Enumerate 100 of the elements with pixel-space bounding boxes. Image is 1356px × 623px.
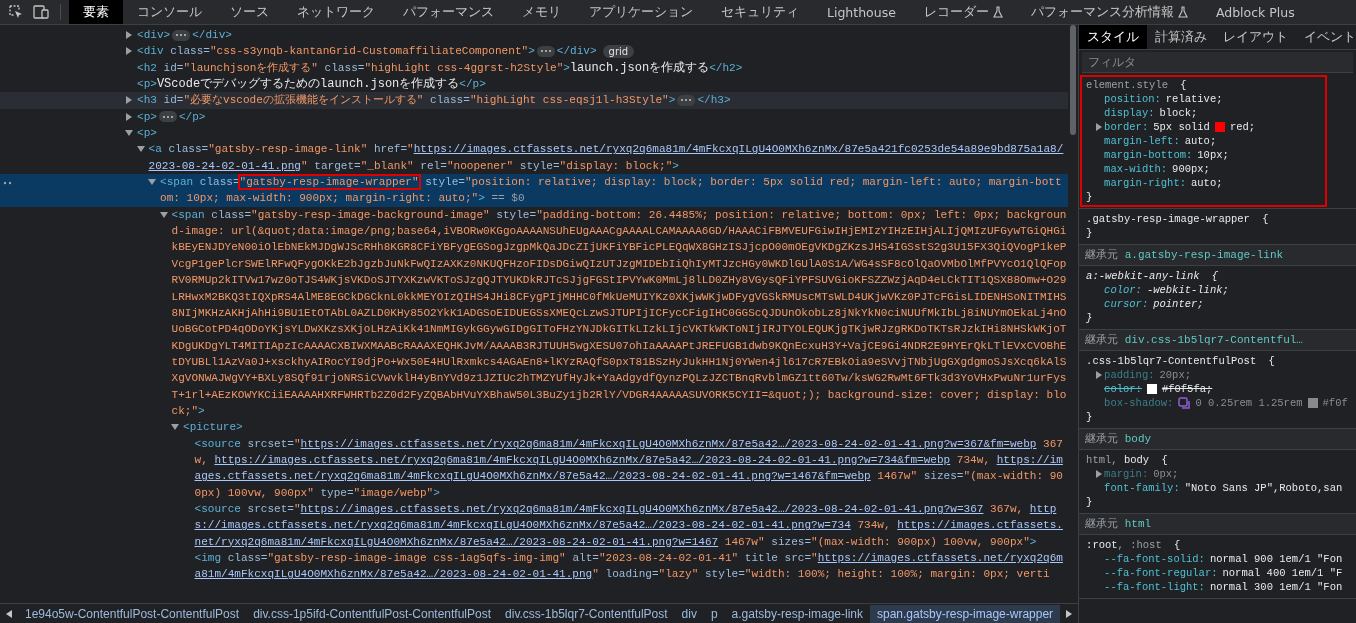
breadcrumb-item[interactable]: div xyxy=(674,604,704,623)
collapsed-content-button[interactable] xyxy=(158,111,177,123)
property-value[interactable]: normal 900 1em/1 "Fon xyxy=(1209,552,1343,566)
dom-node-row[interactable]: <h2 id="launchjsonを作成する" class="highLight css-4ggrst-h2Style">launch.jsonを作成する</h2> xyxy=(0,59,1069,77)
dom-node-row[interactable]: <picture> xyxy=(0,419,1069,436)
panel-tab[interactable]: 要素 xyxy=(69,0,123,24)
panel-tab[interactable]: ネットワーク xyxy=(283,0,389,24)
property-value[interactable]: 5px solid xyxy=(1153,120,1210,134)
selector: html, xyxy=(1086,454,1119,466)
expand-arrow-icon[interactable] xyxy=(125,129,133,138)
panel-tab[interactable]: レコーダー xyxy=(909,0,1017,24)
selector: element.style xyxy=(1086,79,1168,91)
breadcrumb-item[interactable]: p xyxy=(703,604,725,623)
property-value[interactable]: -webkit-link; xyxy=(1146,283,1229,297)
inherited-label: 継承元 xyxy=(1085,517,1119,530)
panel-tab[interactable]: コンソール xyxy=(123,0,216,24)
color-swatch[interactable] xyxy=(1214,122,1225,132)
breadcrumb-item[interactable]: span.gatsby-resp-image-wrapper xyxy=(870,604,1061,623)
brace: } xyxy=(1086,190,1094,204)
property-name[interactable]: font-family: xyxy=(1104,481,1180,495)
property-value[interactable]: normal 400 1em/1 "F xyxy=(1222,566,1343,580)
sidebar-tab[interactable]: レイアウト xyxy=(1215,25,1297,49)
element-markup: </p> xyxy=(178,110,206,123)
panel-tab[interactable]: アプリケーション xyxy=(575,0,707,24)
expand-arrow-icon[interactable] xyxy=(125,31,133,39)
collapsed-content-button[interactable] xyxy=(172,29,191,41)
inherited-selector[interactable]: body xyxy=(1124,433,1152,445)
panel-tab[interactable]: ソース xyxy=(216,0,283,24)
panel-tab[interactable]: パフォーマンス分析情報 xyxy=(1016,0,1202,24)
color-swatch[interactable] xyxy=(1146,384,1157,394)
expand-arrow-icon[interactable] xyxy=(1096,123,1103,131)
property-value[interactable]: pointer; xyxy=(1153,297,1204,311)
scroll-left-icon[interactable] xyxy=(6,609,12,618)
property-name[interactable]: --fa-font-regular: xyxy=(1104,566,1218,580)
sidebar-tab[interactable]: スタイル xyxy=(1079,25,1148,49)
more-icon[interactable] xyxy=(3,181,13,186)
dom-node-row[interactable]: <h3 id="必要なvscodeの拡張機能をインストールする" class="highLight css-eqsj1l-h3Style"> </h3> xyxy=(0,92,1069,109)
property-value[interactable]: #f0f5fa; xyxy=(1161,382,1213,396)
property-name[interactable]: --fa-font-solid: xyxy=(1104,552,1205,566)
panel-tab[interactable]: メモリ xyxy=(508,0,575,24)
panel-tab[interactable]: パフォーマンス xyxy=(389,0,508,24)
dom-node-row[interactable]: <p> </p> xyxy=(0,108,1069,126)
property-name[interactable]: margin-bottom: xyxy=(1104,148,1193,162)
element-markup: <span class="gatsby-resp-image-background-image" style="padding-bottom: 26.4485%; position: relative; bottom: 0px; left: 0px; background-image: url(&quot;data:image/png;base64,iVBORw0KGgoAAAANSUhEUgAAACgAAAALCAMAAAA6GD/HAAACiFBMVEUFGiwIHjEMIzYIHzEIHjALIjQMIzUFGywTGiQHGikBEyENJDYeN00iOlEbNEkMJDgWJScRHh8KGR8CFiYBFygEGSogJzgpMkQaJDcZIjUKFiYBFicPLEQqWX8GHzISJjcpO00mOEgVKDgZKzsJHS4IGSstS2g3U15FX3QiQVogP1kePVcgP1gePlcrSWElRFwQFygOKkE2bJgzbJuNkFwQIzAXKz0NKUQFHzoFIDsDGiwQIzUTJzgMIDEbIiQhIyMTJzcHGy0WKDlGUlA0S1A/WG4sSF8cOlQaOVMbOlMfPVYcO1QlQFopRV0RMUp2kITVw17wz0oTJS4WKjsVKDoSJTYXKzwVKToSJzgQJTYUKDkRJTcSJjgFGStIPVYwK0MmLj8lLD0ZHy8VGysQFiYPFSUVGioKFSZZWzjAqD4eLCkTIT1QSX88Omw+O29LRHwxM2BKQ3tIQXpRS4AlME8EGCkDGCknL0kkMEYOIzQIHS4JHi8CFygPIjMHHC0fMkUeMUIYKz0XKjwWKjwDFygVGSkRMUscMTsWLD4UKjwVKz0PJTcFGisLIDENHSoNITMIHS8NIjMKHzAKHjAhHi9BU1EtOTAbL0AZLD0KHy85O2YkK1ADGSoEIDUEGSsXMEQcLzwSJTUPIjICFycCFigIHC0GGScQJDUnOkobLz8jNkYkN0ciNUUfMkIbLj8iNUYmOEkaLj4nOUoBGCotPD4qODoYKjsYLDwXKzsXKjoLHzAiKk41NmMIGykGGywGIDgGIToFHzYNJDkGITkLIzkLIjcVKTkWKToNIjIRJTYOLEQUKjgTKjwRJzgRKDoTKTsRJzkIHi8NHSkWKjoTKDgUKDgYLT4MITIApzIcAAAACXBIWXMAABcRAAAXEQHKJvM/AAAAB3RJTUUH5wgXESU07ohIaAAAAPtJREFUGB1dwb9KQnEcxuH3Y+VajCE9Gi4NDR2E9HYErQkLTlEVxCVOBhEtDYUBLl1AzVa0J+xsckhyAIRocYI9djPo+Wx50E4HUlRxmkcs4AGAEn8+lKYzRAQfS0pxT81BSzHyJukHH1Nj0YWen4jl617cR7EBkOia9eSVvjTNbjUgGXgdgmoSJsXcq6kAlSXgVONWAJWgVY+BXLy8SQf91rjoNRSiCVwvklH4yBnYVd9z1JZIUc2hTMZYUfHyJk+YaAdgydfQynzPQLzJZCTBnqRvblmGZ1tt60Tw/ksWG2RwMt6FTk3d3YoVHxPwuNr1urFysT+1rl+AEzKOWYKCiiEAAAAHXRFWHRTb2Z0d2FyZQBAbHVuYXBhaW50L3BuZy1jb2RlY/VDGR4AAAAASUVORK5CYII=&quot;); background-size: cover; display: block;"> xyxy=(171,207,1068,419)
breadcrumb-item[interactable]: a.gatsby-resp-image-link xyxy=(724,604,870,623)
expand-arrow-icon[interactable] xyxy=(125,112,133,121)
property-value[interactable]: relative; xyxy=(1165,92,1223,106)
element-markup: <div> xyxy=(137,29,171,41)
dom-node-row[interactable]: <div> </div> xyxy=(0,27,1069,44)
inherited-selector[interactable]: a.gatsby-resp-image-link xyxy=(1124,249,1284,261)
scrollbar-thumb[interactable] xyxy=(1070,25,1077,135)
dom-node-row[interactable]: <p> xyxy=(0,125,1069,142)
breadcrumb-item[interactable]: 1e94o5w-ContentfulPost-ContentfulPost xyxy=(18,604,247,623)
breadcrumb-item[interactable]: div.css-1b5lqr7-ContentfulPost xyxy=(498,604,675,623)
brace: { xyxy=(1174,539,1181,551)
property-name[interactable]: margin-left: xyxy=(1104,134,1180,148)
expand-arrow-icon[interactable] xyxy=(171,423,179,432)
property-value[interactable]: block; xyxy=(1159,106,1198,120)
expand-arrow-icon[interactable] xyxy=(125,47,133,56)
collapsed-content-button[interactable] xyxy=(536,45,555,57)
dom-node-row[interactable]: <span class="gatsby-resp-image-wrapper" style="position: relative; display: block; border: 5px solid red; margin-left: auto; margin-bottom: 10px; max-width: 900px; margin-right: auto;"> == $0 xyxy=(0,174,1069,207)
property-name[interactable]: margin-right: xyxy=(1104,176,1186,190)
breadcrumb-item[interactable]: div.css-1p5ifd-ContentfulPost-ContentfulPost xyxy=(246,604,499,623)
dom-node-row[interactable]: <div class="css-s3ynqb-kantanGrid-CustomaffiliateComponent"> </div> grid xyxy=(0,43,1069,60)
inspect-icon[interactable] xyxy=(8,4,24,20)
property-value[interactable]: auto; xyxy=(1184,134,1217,148)
grid-badge[interactable]: grid xyxy=(602,44,635,58)
sidebar-tab[interactable]: イベント xyxy=(1296,25,1356,49)
property-value[interactable]: "Noto Sans JP",Roboto,san xyxy=(1184,481,1343,495)
brace: } xyxy=(1086,311,1094,325)
property-name[interactable]: cursor: xyxy=(1104,297,1149,311)
device-toolbar-icon[interactable] xyxy=(32,4,50,20)
element-markup: <a class="gatsby-resp-image-link" href="https://images.ctfassets.net/ryxq2q6ma81m/4mFkcxqILgU4O0MXh6znMx/87e5a421fc0253de54a89e9bd875a1a8/2023-08-24-02-01-41.png" target="_blank" rel="noopener" style="display: block;"> xyxy=(148,142,1065,174)
collapsed-content-button[interactable] xyxy=(677,94,696,106)
expand-arrow-icon[interactable] xyxy=(136,145,145,154)
property-value[interactable]: red; xyxy=(1229,120,1256,134)
property-value[interactable]: 900px; xyxy=(1172,162,1210,176)
inherited-selector[interactable]: html xyxy=(1124,518,1152,530)
expand-arrow-icon[interactable] xyxy=(125,96,133,105)
property-value[interactable]: normal 300 1em/1 "Fon xyxy=(1209,580,1343,594)
property-name[interactable]: display: xyxy=(1104,106,1155,120)
element-markup: </div> xyxy=(192,29,232,41)
property-value[interactable]: auto; xyxy=(1191,176,1223,190)
property-name[interactable]: position: xyxy=(1104,92,1161,106)
property-name[interactable]: color: xyxy=(1104,283,1142,297)
sidebar-tab[interactable]: 計算済み xyxy=(1147,25,1216,49)
panel-tab[interactable]: セキュリティ xyxy=(707,0,813,24)
property-name[interactable]: max-width: xyxy=(1104,162,1168,176)
inherited-selector[interactable]: div.css-1b5lqr7-Contentful… xyxy=(1124,334,1303,346)
property-name[interactable]: border: xyxy=(1104,120,1149,134)
dom-node-row[interactable]: <p>VScodeでデバッグするためのlaunch.jsonを作成する</p> xyxy=(0,76,1069,93)
property-name[interactable]: color: xyxy=(1104,382,1142,396)
property-value[interactable]: 10px; xyxy=(1197,148,1229,162)
panel-tab[interactable]: Adblock Plus xyxy=(1201,0,1309,24)
expand-arrow-icon[interactable] xyxy=(148,178,156,187)
property-name[interactable]: --fa-font-light: xyxy=(1104,580,1205,594)
panel-tab[interactable]: Lighthouse xyxy=(813,0,910,24)
filter-field[interactable]: フィルタ xyxy=(1082,52,1353,73)
scroll-right-icon[interactable] xyxy=(1066,609,1073,618)
expand-arrow-icon[interactable] xyxy=(159,210,168,219)
